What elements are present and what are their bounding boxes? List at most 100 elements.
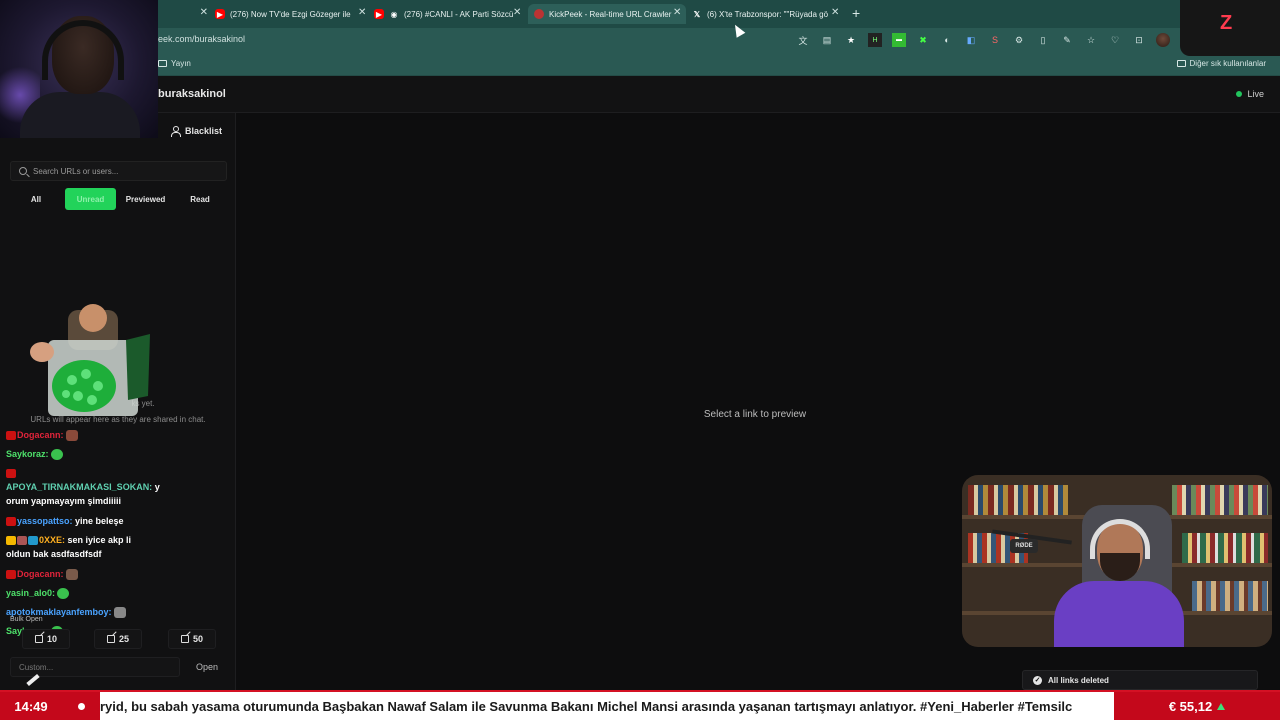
- split-icon[interactable]: ▯: [1036, 33, 1050, 47]
- search-box: [10, 161, 227, 181]
- toast-notification: ✓ All links deleted: [1022, 670, 1258, 690]
- favorites-icon[interactable]: ☆: [1084, 33, 1098, 47]
- profile-avatar[interactable]: [1156, 33, 1170, 47]
- webcam-streamer-bottom: RØDE: [962, 475, 1272, 647]
- meme-overlay-image: [30, 304, 150, 416]
- filter-read[interactable]: Read: [174, 188, 226, 210]
- extension-icon[interactable]: ◧: [964, 33, 978, 47]
- chat-message-cont: orum yapmayayım şimdiiiii: [6, 496, 122, 506]
- blacklist-button[interactable]: Blacklist: [170, 126, 222, 137]
- emote-icon: [65, 430, 78, 442]
- live-dot-icon: [1236, 91, 1243, 97]
- chat-message: yassopattso: yine beleşe: [6, 515, 232, 528]
- news-ticker: 14:49 ryid, bu sabah yasama oturumunda B…: [0, 690, 1280, 720]
- tab-close-partial[interactable]: ✕: [190, 4, 210, 24]
- filter-tabs: All Unread Previewed Read: [8, 188, 228, 210]
- chat-message: yasin_alo0:: [6, 587, 232, 600]
- chat-message-cont: oldun bak asdfasdfsdf: [6, 549, 102, 559]
- preview-placeholder: Select a link to preview: [703, 409, 807, 420]
- chat-message: Saykoraz:: [6, 448, 232, 461]
- tab-3-active[interactable]: KickPeek - Real-time URL Crawler: [528, 4, 686, 24]
- filter-all[interactable]: All: [8, 188, 64, 210]
- external-link-icon: [106, 635, 115, 643]
- user-icon: [170, 126, 181, 137]
- extension-icon[interactable]: H: [868, 33, 882, 47]
- extension-icon[interactable]: ✖: [916, 33, 930, 47]
- emote-icon: [57, 588, 70, 600]
- url-field[interactable]: eek.com/buraksakinol: [158, 34, 245, 44]
- close-icon[interactable]: ✕: [358, 7, 366, 18]
- emote-icon: [65, 569, 78, 581]
- close-icon[interactable]: ✕: [200, 7, 208, 18]
- check-icon: ✓: [1033, 675, 1042, 685]
- translate-icon[interactable]: 文: [796, 33, 810, 47]
- extension-icon[interactable]: ◐: [940, 33, 954, 47]
- external-link-icon: [180, 635, 189, 643]
- chat-message: APOYA_TIRNAKMAKASI_SOKAN: y: [6, 482, 160, 492]
- bulk-open-50-button[interactable]: 50: [168, 629, 216, 649]
- close-icon[interactable]: ✕: [673, 7, 681, 18]
- bulk-open-10-button[interactable]: 10: [22, 629, 70, 649]
- star-icon[interactable]: ★: [844, 33, 858, 47]
- bulk-open-25-button[interactable]: 25: [94, 629, 142, 649]
- up-arrow-icon: [1217, 702, 1226, 710]
- chat-message: 0XXE: sen iyice akp li: [6, 534, 232, 547]
- extension-icon[interactable]: ▬: [892, 33, 906, 47]
- folder-icon: [158, 60, 167, 67]
- channel-name: buraksakinol: [158, 88, 226, 100]
- badge-icon: [28, 536, 38, 546]
- ticker-euro-price: € 55,12: [1114, 692, 1280, 720]
- bookmarks-bar: Yayın Diğer sık kullanılanlar: [0, 52, 1280, 76]
- external-link-icon: [34, 635, 43, 643]
- tab-title: (276) #CANLI - AK Parti Sözcü: [404, 9, 514, 19]
- ticker-headline: ryid, bu sabah yasama oturumunda Başbaka…: [100, 698, 1073, 714]
- search-input[interactable]: [33, 166, 213, 176]
- ticker-time: 14:49: [0, 692, 62, 720]
- bulk-open-label: Bulk Open: [10, 616, 43, 623]
- health-icon[interactable]: ♡: [1108, 33, 1122, 47]
- close-icon[interactable]: ✕: [513, 7, 521, 18]
- chat-message: Dogacann:: [6, 429, 232, 442]
- webcam-streamer-top: [0, 0, 158, 138]
- puzzle-icon[interactable]: ⚙: [1012, 33, 1026, 47]
- z-logo-icon: Z: [1220, 12, 1233, 34]
- toolbar-icons: 文 ▤ ★ H ▬ ✖ ◐ ◧ S ⚙ ▯ ✎ ☆ ♡ ⊡: [796, 33, 1170, 47]
- new-tab-icon[interactable]: +: [852, 5, 860, 21]
- filter-unread[interactable]: Unread: [65, 188, 116, 210]
- youtube-icon: ▶: [215, 9, 225, 19]
- search-icon: [19, 167, 27, 175]
- badge-icon: [6, 469, 16, 479]
- extension-icon[interactable]: S: [988, 33, 1002, 47]
- crown-badge-icon: [6, 536, 16, 546]
- collections-icon[interactable]: ⊡: [1132, 33, 1146, 47]
- bookmark-other-favorites[interactable]: Diğer sık kullanılanlar: [1176, 59, 1266, 68]
- filter-previewed[interactable]: Previewed: [118, 188, 173, 210]
- address-bar: eek.com/buraksakinol 文 ▤ ★ H ▬ ✖ ◐ ◧ S ⚙…: [0, 28, 1280, 52]
- emote-icon: [113, 607, 126, 619]
- chat-message: Dogacann:: [6, 568, 232, 581]
- open-button[interactable]: Open: [186, 657, 228, 677]
- tab-title: (6) X'te Trabzonspor: ""Rüyada gö: [707, 9, 828, 19]
- tab-title: KickPeek - Real-time URL Crawler: [549, 9, 672, 19]
- tab-4[interactable]: 𝕏 (6) X'te Trabzonspor: ""Rüyada gö: [692, 4, 828, 24]
- x-icon: 𝕏: [693, 9, 701, 19]
- tab-title: (276) Now TV'de Ezgi Gözeger ile: [230, 9, 351, 19]
- live-indicator: Live: [1236, 89, 1264, 99]
- folder-icon: [1176, 60, 1186, 67]
- bookmark-yayin[interactable]: Yayın: [158, 59, 191, 68]
- emote-icon: [50, 449, 63, 461]
- close-icon[interactable]: ✕: [831, 7, 839, 18]
- browser-tab-bar: ✕ ▶ (276) Now TV'de Ezgi Gözeger ile ✕ ▶…: [0, 0, 1280, 28]
- reader-icon[interactable]: ▤: [820, 33, 834, 47]
- badge-icon: [6, 431, 16, 441]
- tab-2[interactable]: ▶ ◉ (276) #CANLI - AK Parti Sözcü: [374, 4, 514, 24]
- extensions-icon[interactable]: ✎: [1060, 33, 1074, 47]
- badge-icon: [6, 517, 16, 527]
- app-header: buraksakinol Live: [0, 76, 1280, 113]
- tab-1[interactable]: ▶ (276) Now TV'de Ezgi Gözeger ile: [215, 4, 355, 24]
- kickpeek-icon: [534, 9, 544, 19]
- stream-logo: Z: [1180, 0, 1280, 56]
- microphone: RØDE: [1010, 539, 1038, 553]
- ticker-bullet-icon: [62, 692, 100, 720]
- chat-message: [6, 467, 232, 480]
